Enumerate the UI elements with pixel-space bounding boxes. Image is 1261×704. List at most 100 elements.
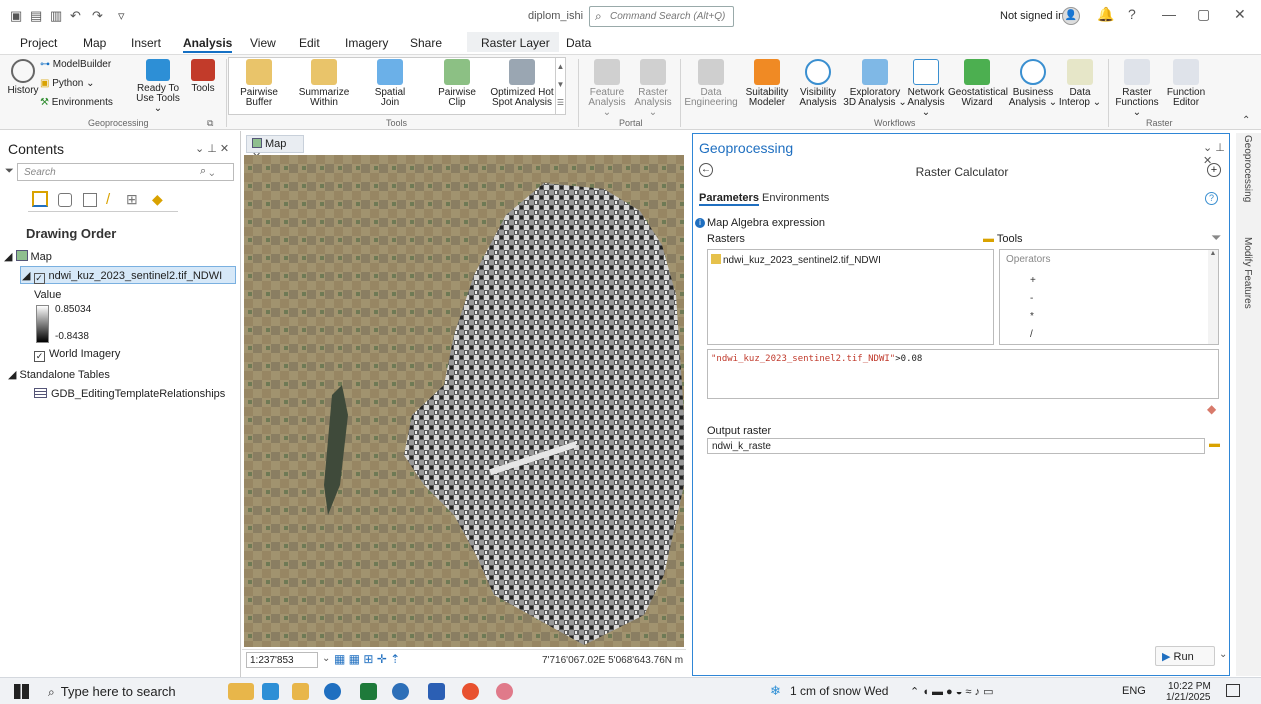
taskbar-app-icon[interactable]	[228, 683, 254, 700]
windows-start-icon[interactable]	[14, 684, 29, 699]
run-button[interactable]: ▶ Run	[1155, 646, 1215, 666]
feature-analysis-button[interactable]: Feature Analysis ⌄	[584, 59, 630, 118]
new-project-icon[interactable]: ▣	[10, 8, 22, 24]
tree-item-ndwi-layer[interactable]: ◢ ✓ ndwi_kuz_2023_sentinel2.tif_NDWI	[22, 269, 222, 284]
python-button[interactable]: ▣ Python ⌄	[40, 78, 95, 89]
operators-scrollbar[interactable]: ▲	[1208, 250, 1218, 344]
filter-icon[interactable]: ⏷	[5, 165, 14, 178]
eraser-icon[interactable]: ◆	[1207, 402, 1216, 416]
operator-divide[interactable]: /	[1030, 326, 1036, 344]
tree-item-table[interactable]: GDB_EditingTemplateRelationships	[34, 388, 225, 400]
help-button[interactable]: ?	[1128, 6, 1136, 22]
environments-button[interactable]: ⚒ Environments	[40, 97, 113, 108]
tools-button[interactable]: Tools	[186, 59, 220, 94]
network-analysis-button[interactable]: Network Analysis ⌄	[904, 59, 948, 118]
tab-share[interactable]: Share	[410, 36, 442, 50]
gallery-scroll[interactable]: ▲ ▼ ☰	[555, 58, 565, 114]
browse-folder-icon[interactable]: ▬	[1209, 438, 1220, 450]
run-options-icon[interactable]: ⌄	[1219, 649, 1227, 660]
map-view-tab[interactable]: Map ✕	[246, 135, 304, 163]
output-raster-input[interactable]: ndwi_k_raste	[707, 438, 1205, 454]
tab-view[interactable]: View	[250, 36, 276, 50]
layer-visibility-checkbox[interactable]: ✓	[33, 273, 45, 284]
language-indicator[interactable]: ENG	[1122, 685, 1146, 697]
clock-time[interactable]: 10:22 PM	[1168, 681, 1211, 692]
tree-item-world-imagery[interactable]: ✓ World Imagery	[34, 348, 120, 362]
tab-imagery[interactable]: Imagery	[345, 36, 388, 50]
operators-list[interactable]: Operators + - * / ▲	[999, 249, 1219, 345]
telegram-icon[interactable]	[392, 683, 409, 700]
visibility-analysis-button[interactable]: Visibility Analysis	[796, 59, 840, 108]
word-icon[interactable]	[428, 683, 445, 700]
taskbar-search[interactable]: ⌕ Type here to search	[42, 682, 202, 702]
operator-plus[interactable]: +	[1030, 272, 1036, 290]
tab-parameters[interactable]: Parameters	[699, 192, 759, 206]
expand-icon[interactable]: ◢	[8, 369, 20, 381]
add-icon[interactable]: +	[1207, 163, 1221, 177]
tab-environments[interactable]: Environments	[762, 192, 829, 204]
spatial-join-button[interactable]: Spatial Join	[365, 59, 415, 108]
sign-in-status[interactable]: Not signed in	[1000, 10, 1064, 22]
suitability-modeler-button[interactable]: Suitability Modeler	[740, 59, 794, 108]
tab-raster-layer[interactable]: Raster Layer	[481, 36, 550, 50]
redo-icon[interactable]: ↷	[92, 8, 103, 24]
modelbuilder-button[interactable]: ⊶ ModelBuilder	[40, 59, 111, 70]
function-editor-button[interactable]: Function Editor	[1164, 59, 1208, 108]
list-by-editing-icon[interactable]: /	[106, 191, 110, 208]
tab-data[interactable]: Data	[566, 36, 591, 50]
scale-dropdown-icon[interactable]: ⌄	[322, 653, 330, 664]
clock-date[interactable]: 1/21/2025	[1166, 692, 1211, 703]
geostatistical-wizard-button[interactable]: Geostatistical Wizard	[948, 59, 1008, 108]
rasters-list[interactable]: ndwi_kuz_2023_sentinel2.tif_NDWI	[707, 249, 994, 345]
taskbar-app-icon[interactable]	[262, 683, 279, 700]
raster-functions-button[interactable]: Raster Functions ⌄	[1112, 59, 1162, 118]
side-tab-modify-features[interactable]: Modify Features	[1242, 237, 1253, 309]
minimize-button[interactable]: —	[1162, 6, 1176, 22]
undo-icon[interactable]: ↶	[70, 8, 81, 24]
user-avatar-icon[interactable]: 👤	[1062, 7, 1080, 25]
map-status-tools-icon[interactable]: ▦ ▦ ⊞ ✛ ⇡	[334, 652, 400, 666]
chrome-icon[interactable]	[462, 683, 479, 700]
pairwise-buffer-button[interactable]: Pairwise Buffer	[234, 59, 284, 108]
taskbar-app-icon[interactable]	[496, 683, 513, 700]
optimized-hot-spot-button[interactable]: Optimized Hot Spot Analysis	[490, 59, 554, 108]
tab-edit[interactable]: Edit	[299, 36, 320, 50]
file-explorer-icon[interactable]	[292, 683, 309, 700]
save-project-icon[interactable]: ▥	[50, 8, 62, 24]
command-search-input[interactable]: ⌕ Command Search (Alt+Q)	[589, 6, 734, 27]
map-canvas[interactable]	[244, 155, 684, 647]
operator-minus[interactable]: -	[1030, 290, 1036, 308]
notifications-icon[interactable]	[1226, 684, 1240, 697]
tab-map[interactable]: Map	[83, 36, 106, 50]
scale-selector[interactable]: 1:237'853	[246, 652, 318, 668]
bell-icon[interactable]: 🔔	[1097, 6, 1114, 23]
expand-icon[interactable]: ◢	[22, 270, 34, 282]
open-project-icon[interactable]: ▤	[30, 8, 42, 24]
weather-text[interactable]: 1 cm of snow Wed	[790, 684, 888, 698]
tab-project[interactable]: Project	[20, 36, 57, 50]
side-tab-geoprocessing[interactable]: Geoprocessing	[1242, 135, 1253, 202]
list-by-source-icon[interactable]	[58, 193, 72, 207]
raster-list-item[interactable]: ndwi_kuz_2023_sentinel2.tif_NDWI	[708, 250, 993, 270]
tree-item-map[interactable]: ◢ Map	[4, 250, 52, 263]
restore-button[interactable]: ▢	[1197, 6, 1210, 23]
dialog-launcher-icon[interactable]: ⧉	[207, 118, 213, 129]
tab-analysis[interactable]: Analysis	[183, 36, 233, 53]
tray-icons[interactable]: ⌃ ◖ ▬ ● ◒ ≈ ♪ ▭	[910, 685, 993, 698]
arcgis-icon[interactable]	[324, 683, 341, 700]
raster-analysis-button[interactable]: Raster Analysis ⌄	[630, 59, 676, 118]
collapse-ribbon-icon[interactable]: ⌃	[1242, 115, 1250, 126]
business-analysis-button[interactable]: Business Analysis ⌄	[1008, 59, 1058, 108]
pairwise-clip-button[interactable]: Pairwise Clip	[432, 59, 482, 108]
tab-insert[interactable]: Insert	[131, 36, 161, 50]
world-imagery-checkbox[interactable]: ✓	[34, 351, 45, 362]
list-by-labeling-icon[interactable]: ◆	[152, 191, 163, 208]
list-by-selection-icon[interactable]	[83, 193, 97, 207]
expand-icon[interactable]: ◢	[4, 251, 16, 263]
expression-editor[interactable]: "ndwi_kuz_2023_sentinel2.tif_NDWI">0.08	[707, 349, 1219, 399]
history-button[interactable]: History	[6, 59, 40, 96]
excel-icon[interactable]	[360, 683, 377, 700]
data-interop-button[interactable]: Data Interop ⌄	[1058, 59, 1102, 108]
pane-options-icon[interactable]: ⌄ ⊥ ✕	[195, 142, 229, 155]
summarize-within-button[interactable]: Summarize Within	[296, 59, 352, 108]
